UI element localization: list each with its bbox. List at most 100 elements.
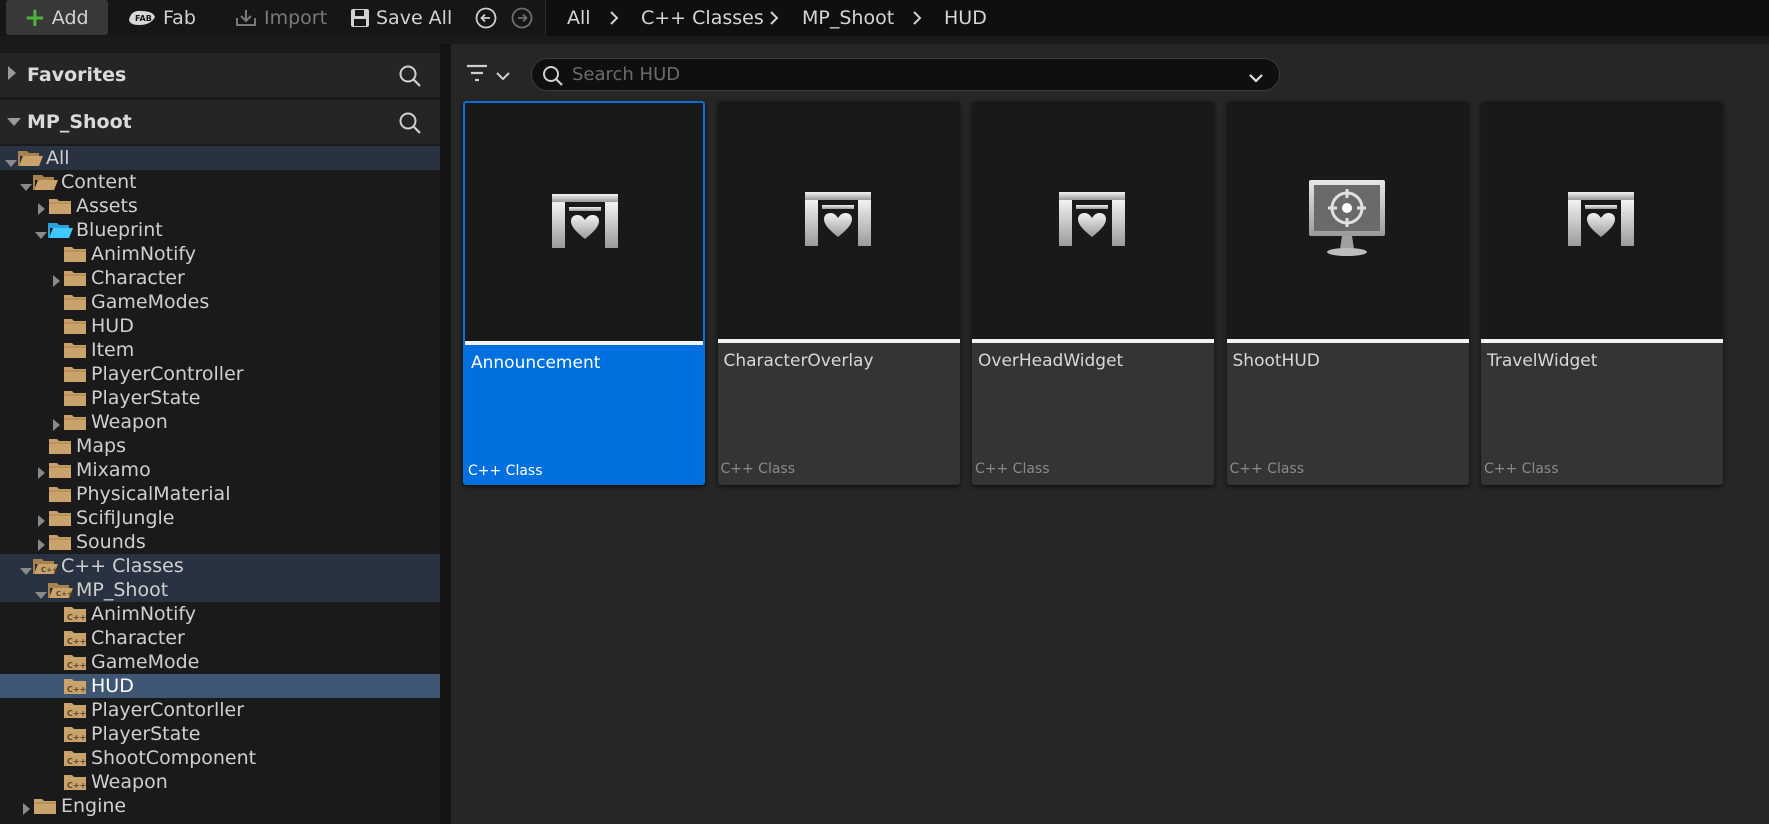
- tree-row-label: Sounds: [76, 531, 146, 553]
- asset-thumbnail: [1226, 101, 1469, 339]
- save-all-button[interactable]: Save All: [350, 0, 452, 36]
- content-browser-toolbar: + Add FAB Fab Import Save All All C++ Cl…: [0, 0, 1769, 36]
- asset-type-color-bar: [972, 339, 1214, 343]
- asset-name: Announcement: [471, 353, 601, 373]
- tree-row-gamemodes[interactable]: GameModes: [0, 290, 440, 314]
- tree-row-label: PlayerState: [91, 387, 201, 409]
- asset-tile-characteroverlay[interactable]: CharacterOverlay C++ Class: [717, 101, 960, 485]
- breadcrumb-item-mp-shoot[interactable]: MP_Shoot: [802, 0, 894, 36]
- tree-row-assets[interactable]: Assets: [0, 194, 440, 218]
- hud-monitor-icon: [1308, 179, 1386, 263]
- tree-row-label: HUD: [91, 315, 134, 337]
- tree-row-all[interactable]: All: [0, 146, 440, 170]
- tree-row-mixamo[interactable]: Mixamo: [0, 458, 440, 482]
- import-button[interactable]: Import: [234, 0, 327, 36]
- tree-row-playercontroller[interactable]: PlayerController: [0, 362, 440, 386]
- asset-tile-overheadwidget[interactable]: OverHeadWidget C++ Class: [972, 101, 1214, 485]
- expand-arrow-icon[interactable]: [21, 799, 33, 821]
- search-icon[interactable]: [398, 64, 422, 92]
- search-input[interactable]: [572, 59, 1232, 90]
- add-button[interactable]: + Add: [6, 0, 108, 35]
- tree-row-sounds[interactable]: Sounds: [0, 530, 440, 554]
- search-icon: [542, 65, 564, 91]
- forward-button[interactable]: [511, 0, 533, 36]
- fab-button[interactable]: FAB Fab: [127, 0, 196, 36]
- tree-row-playerstate[interactable]: C++ PlayerState: [0, 722, 440, 746]
- tree-row-label: ScifiJungle: [76, 507, 175, 529]
- tree-row-character[interactable]: Character: [0, 266, 440, 290]
- tree-row-label: PlayerContorller: [91, 699, 245, 721]
- asset-tile-shoothud[interactable]: ShootHUD C++ Class: [1226, 101, 1469, 485]
- favorites-label: Favorites: [27, 64, 127, 86]
- tree-row-hud[interactable]: C++ HUD: [0, 674, 440, 698]
- folder-icon: [33, 796, 57, 821]
- collapse-arrow-icon[interactable]: [6, 113, 22, 132]
- breadcrumb-item-cpp-classes[interactable]: C++ Classes: [641, 0, 764, 36]
- asset-view-panel: Announcement C++ Class CharacterOverlay C++…: [451, 44, 1769, 824]
- project-label: MP_Shoot: [27, 111, 132, 133]
- svg-text:C++: C++: [67, 685, 86, 694]
- asset-search-box: [531, 58, 1280, 91]
- asset-type-label: C++ Class: [975, 461, 1050, 477]
- tree-row-scifijungle[interactable]: ScifiJungle: [0, 506, 440, 530]
- fab-button-label: Fab: [163, 7, 196, 29]
- asset-tile-announcement[interactable]: Announcement C++ Class: [463, 101, 705, 485]
- widget-icon: [551, 193, 619, 253]
- save-icon: [350, 8, 370, 28]
- asset-thumbnail: [972, 101, 1214, 339]
- svg-text:C++: C++: [56, 590, 73, 598]
- back-arrow-icon: [475, 7, 497, 29]
- tree-row-label: Weapon: [91, 411, 168, 433]
- tree-row-label: ShootComponent: [91, 747, 257, 769]
- tree-row-animnotify[interactable]: C++ AnimNotify: [0, 602, 440, 626]
- asset-name: ShootHUD: [1232, 351, 1320, 371]
- tree-row-physicalmaterial[interactable]: PhysicalMaterial: [0, 482, 440, 506]
- panel-splitter[interactable]: [440, 44, 451, 824]
- tree-row-character[interactable]: C++ Character: [0, 626, 440, 650]
- search-history-chevron-icon[interactable]: [1248, 69, 1264, 88]
- chevron-right-icon[interactable]: [911, 10, 923, 30]
- tree-row-animnotify[interactable]: AnimNotify: [0, 242, 440, 266]
- filter-button[interactable]: [465, 58, 515, 88]
- tree-row-maps[interactable]: Maps: [0, 434, 440, 458]
- chevron-down-icon: [495, 67, 511, 86]
- chevron-right-icon[interactable]: [608, 10, 620, 30]
- tree-row-mp-shoot[interactable]: C++ MP_Shoot: [0, 578, 440, 602]
- favorites-header[interactable]: Favorites: [0, 53, 440, 97]
- tree-row-item[interactable]: Item: [0, 338, 440, 362]
- sources-panel: Favorites MP_Shoot All Content Assets Bluep…: [0, 44, 440, 824]
- breadcrumb-item-hud[interactable]: HUD: [944, 0, 987, 36]
- add-button-label: Add: [51, 6, 89, 29]
- tree-row-gamemode[interactable]: C++ GameMode: [0, 650, 440, 674]
- tree-row-content[interactable]: Content: [0, 170, 440, 194]
- widget-icon: [804, 191, 872, 251]
- tree-row-label: PhysicalMaterial: [76, 483, 231, 505]
- project-header[interactable]: MP_Shoot: [0, 100, 440, 144]
- tree-row-engine[interactable]: Engine: [0, 794, 440, 818]
- search-icon[interactable]: [398, 111, 422, 139]
- expand-arrow-icon[interactable]: [6, 65, 18, 85]
- tree-row-c-classes[interactable]: C++ C++ Classes: [0, 554, 440, 578]
- fab-icon: FAB: [127, 8, 157, 28]
- tree-row-blueprint[interactable]: Blueprint: [0, 218, 440, 242]
- svg-text:C++: C++: [67, 637, 86, 646]
- asset-type-label: C++ Class: [720, 461, 796, 477]
- tree-row-label: PlayerState: [91, 723, 201, 745]
- tree-row-weapon[interactable]: C++ Weapon: [0, 770, 440, 794]
- back-button[interactable]: [475, 0, 497, 36]
- asset-tile-travelwidget[interactable]: TravelWidget C++ Class: [1481, 101, 1723, 485]
- tree-row-label: Engine: [61, 795, 127, 817]
- chevron-right-icon[interactable]: [768, 10, 780, 30]
- tree-row-label: Content: [61, 171, 137, 193]
- svg-text:C++: C++: [67, 613, 86, 622]
- tree-row-playerstate[interactable]: PlayerState: [0, 386, 440, 410]
- breadcrumb-item-all[interactable]: All: [567, 0, 591, 36]
- tree-row-weapon[interactable]: Weapon: [0, 410, 440, 434]
- tree-row-label: Mixamo: [76, 459, 151, 481]
- tree-row-playercontorller[interactable]: C++ PlayerContorller: [0, 698, 440, 722]
- tree-row-label: GameMode: [91, 651, 200, 673]
- asset-type-label: C++ Class: [1229, 461, 1305, 477]
- tree-row-shootcomponent[interactable]: C++ ShootComponent: [0, 746, 440, 770]
- filter-icon: [465, 62, 489, 88]
- tree-row-hud[interactable]: HUD: [0, 314, 440, 338]
